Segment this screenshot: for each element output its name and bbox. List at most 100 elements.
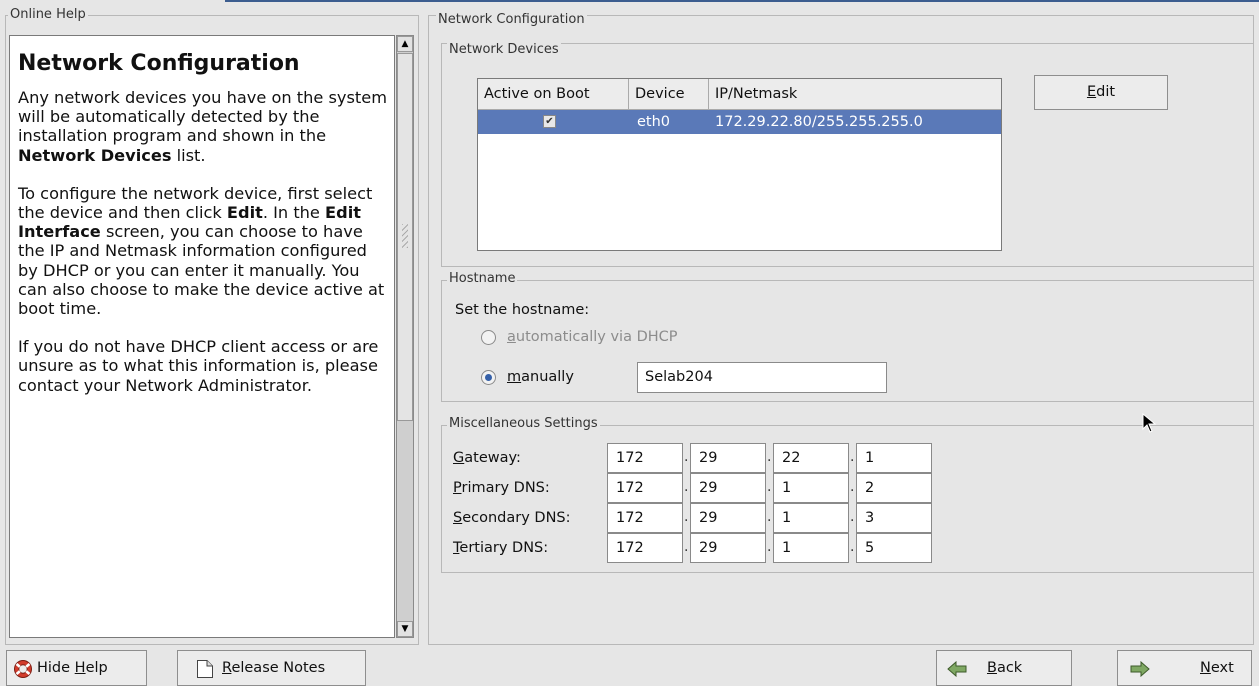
primary-dns-octet-1-input[interactable]: 172 (607, 473, 683, 503)
mnemonic: H (74, 660, 86, 676)
help-text-segment: Any network devices you have on the syst… (18, 88, 387, 146)
tertiary-dns-label: Tertiary DNS: (453, 539, 548, 557)
device-cell: eth0 (637, 114, 671, 130)
secondary-dns-label: Secondary DNS: (453, 509, 571, 527)
grip-icon (402, 224, 408, 248)
document-icon (197, 660, 213, 678)
tertiary-dns-octet-1-input[interactable]: 172 (607, 533, 683, 563)
secondary-dns-octet-2-input[interactable]: 29 (690, 503, 766, 533)
next-label: Next (1200, 651, 1234, 685)
secondary-dns-octet-1-input[interactable]: 172 (607, 503, 683, 533)
help-bold-term: Network Devices (18, 145, 172, 165)
octet-separator: . (850, 449, 855, 465)
mnemonic: G (453, 450, 465, 466)
back-label: Back (987, 651, 1022, 685)
misc-settings-title: Miscellaneous Settings (447, 416, 600, 432)
scroll-down-icon[interactable]: ▼ (397, 621, 413, 637)
release-notes-label: Release Notes (222, 651, 325, 685)
online-help-title: Online Help (8, 7, 88, 23)
hostname-title: Hostname (447, 271, 518, 287)
hide-help-label: Hide Help (37, 651, 108, 685)
octet-separator: . (850, 539, 855, 555)
label-text: ack (996, 660, 1023, 676)
gateway-octet-2-input[interactable]: 29 (690, 443, 766, 473)
ip-netmask-cell: 172.29.22.80/255.255.255.0 (715, 114, 923, 130)
primary-dns-octet-4-input[interactable]: 2 (856, 473, 932, 503)
mouse-pointer-icon (1142, 413, 1157, 433)
table-row[interactable]: ✔ eth0 172.29.22.80/255.255.255.0 (478, 110, 1001, 134)
mnemonic: S (453, 510, 463, 526)
help-text-segment: list. (171, 145, 206, 165)
help-paragraph-2: To configure the network device, first s… (18, 184, 388, 318)
manual-label[interactable]: manually (507, 368, 574, 386)
network-devices-title: Network Devices (447, 42, 561, 58)
label-text: ateway: (464, 450, 521, 466)
manual-radio[interactable] (481, 370, 496, 385)
octet-separator: . (767, 539, 772, 555)
tertiary-dns-octet-2-input[interactable]: 29 (690, 533, 766, 563)
column-header-active-on-boot[interactable]: Active on Boot (478, 79, 629, 110)
next-button[interactable]: Next (1117, 650, 1252, 686)
lifebuoy-icon (14, 660, 32, 678)
gateway-octet-4-input[interactable]: 1 (856, 443, 932, 473)
tertiary-dns-octet-3-input[interactable]: 1 (773, 533, 849, 563)
secondary-dns-octet-3-input[interactable]: 1 (773, 503, 849, 533)
column-header-ip-netmask[interactable]: IP/Netmask (709, 79, 1001, 110)
gateway-octet-1-input[interactable]: 172 (607, 443, 683, 473)
hide-help-button[interactable]: Hide Help (6, 650, 147, 686)
mnemonic: m (507, 369, 522, 385)
octet-separator: . (767, 479, 772, 495)
radio-label-text: anually (521, 369, 574, 385)
title-accent-line (225, 0, 1259, 2)
octet-separator: . (684, 479, 689, 495)
help-bold-term: Edit (226, 203, 263, 223)
label-text: rimary DNS: (461, 480, 550, 496)
network-devices-table[interactable]: Active on Boot Device IP/Netmask ✔ eth0 … (477, 78, 1002, 251)
mnemonic: E (1086, 84, 1097, 100)
mnemonic: P (453, 480, 462, 496)
octet-separator: . (684, 509, 689, 525)
octet-separator: . (684, 539, 689, 555)
label-text: elp (85, 660, 108, 676)
radio-label-text: utomatically via DHCP (515, 329, 678, 345)
arrow-right-icon (1130, 661, 1150, 677)
gateway-octet-3-input[interactable]: 22 (773, 443, 849, 473)
release-notes-button[interactable]: Release Notes (177, 650, 366, 686)
label-text: Hide (37, 660, 75, 676)
active-on-boot-checkbox[interactable]: ✔ (543, 115, 556, 128)
edit-button[interactable]: Edit (1034, 75, 1168, 110)
help-heading: Network Configuration (18, 51, 300, 76)
scroll-up-icon[interactable]: ▲ (397, 36, 413, 52)
help-paragraph-3: If you do not have DHCP client access or… (18, 337, 379, 395)
label-text: elease Notes (231, 660, 326, 676)
arrow-left-icon (947, 661, 967, 677)
octet-separator: . (850, 509, 855, 525)
octet-separator: . (767, 509, 772, 525)
secondary-dns-octet-4-input[interactable]: 3 (856, 503, 932, 533)
octet-separator: . (767, 449, 772, 465)
auto-dhcp-label[interactable]: automatically via DHCP (507, 328, 678, 346)
help-paragraph-1: Any network devices you have on the syst… (18, 88, 388, 165)
label-text: ext (1210, 660, 1234, 676)
mnemonic: B (987, 660, 997, 676)
help-text-view[interactable]: Network Configuration Any network device… (9, 35, 395, 638)
button-label: dit (1096, 84, 1116, 100)
octet-separator: . (684, 449, 689, 465)
mnemonic: a (507, 329, 516, 345)
help-scrollbar[interactable]: ▲ ▼ (396, 35, 414, 638)
auto-dhcp-radio[interactable] (481, 330, 496, 345)
octet-separator: . (850, 479, 855, 495)
hostname-input[interactable]: Selab204 (637, 362, 887, 393)
scrollbar-thumb[interactable] (397, 53, 413, 421)
back-button[interactable]: Back (936, 650, 1072, 686)
mnemonic: N (1200, 660, 1211, 676)
network-configuration-title: Network Configuration (436, 12, 587, 28)
primary-dns-octet-3-input[interactable]: 1 (773, 473, 849, 503)
tertiary-dns-octet-4-input[interactable]: 5 (856, 533, 932, 563)
primary-dns-octet-2-input[interactable]: 29 (690, 473, 766, 503)
primary-dns-label: Primary DNS: (453, 479, 550, 497)
set-hostname-label: Set the hostname: (455, 302, 590, 318)
gateway-label: Gateway: (453, 449, 521, 467)
column-header-device[interactable]: Device (629, 79, 709, 110)
label-text: ertiary DNS: (459, 540, 549, 556)
